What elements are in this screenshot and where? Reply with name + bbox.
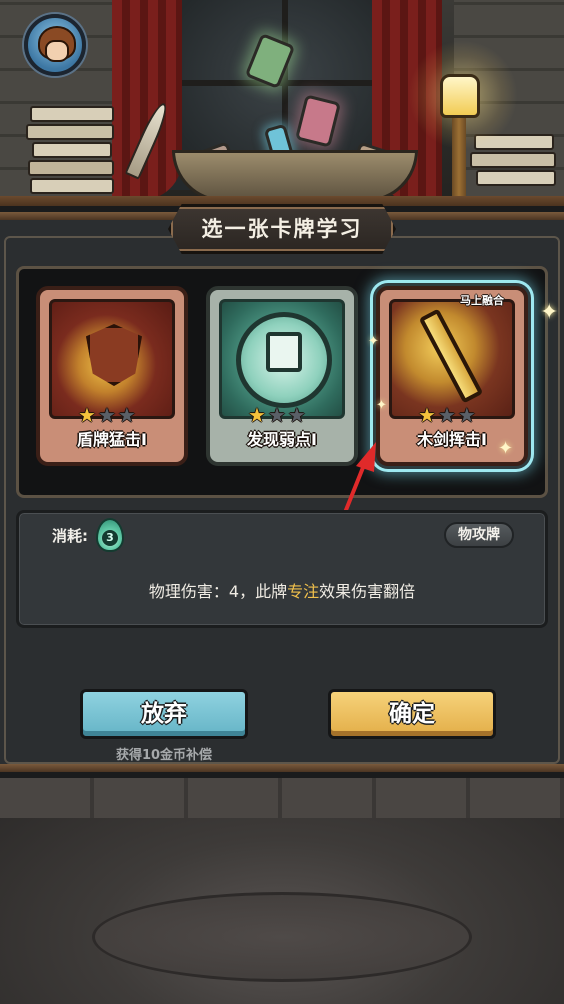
description-text: 物理伤害：4，此牌 xyxy=(148,582,288,601)
floor-wall xyxy=(0,778,564,818)
card-description: 物理伤害：4，此牌专注效果伤害翻倍 xyxy=(16,578,548,602)
cost-label: 消耗: xyxy=(52,527,88,545)
confirm-button[interactable]: 确定 xyxy=(328,689,496,739)
compensation-text: 获得10金币补偿 xyxy=(115,748,213,763)
cost-value: 3 xyxy=(102,530,118,546)
card-type-tag: 物攻牌 xyxy=(444,522,514,548)
floor-circle xyxy=(92,892,472,982)
description-keyword: 专注 xyxy=(287,582,320,601)
description-text-end: 效果伤害翻倍 xyxy=(319,582,416,601)
abandon-button[interactable]: 放弃 xyxy=(80,689,248,739)
